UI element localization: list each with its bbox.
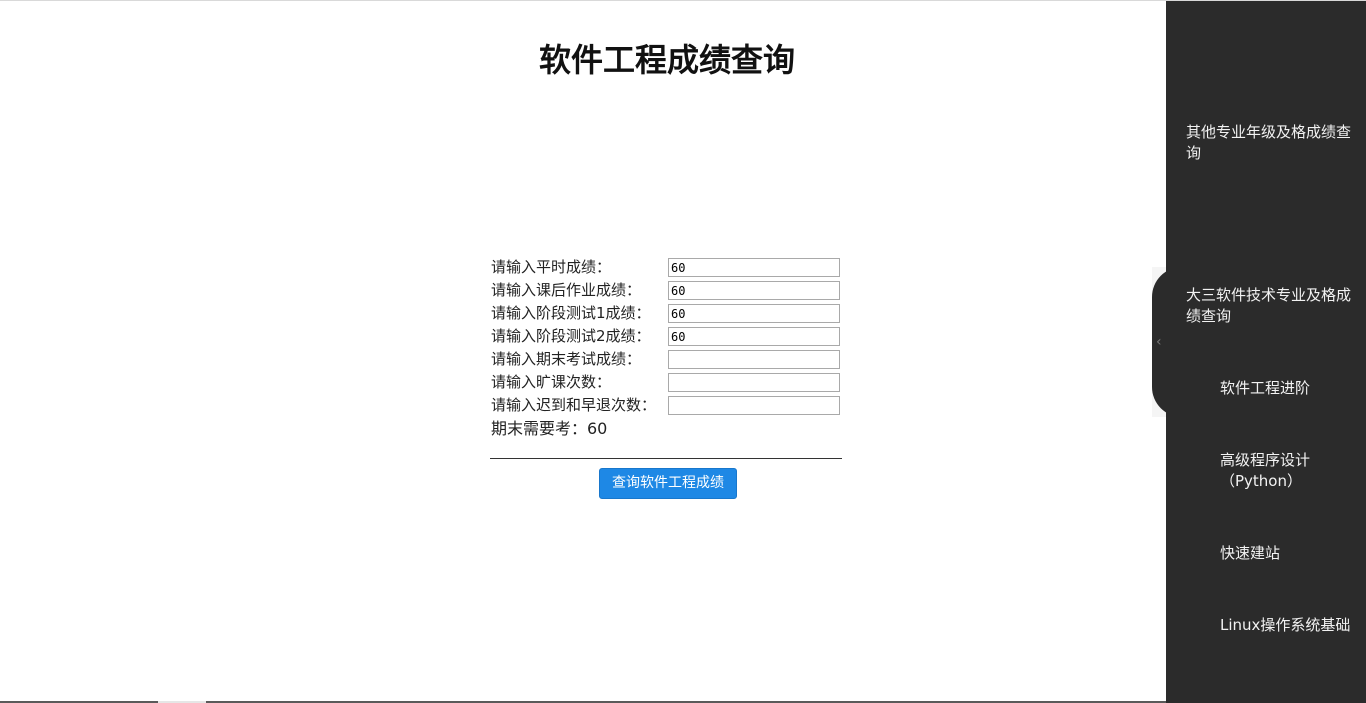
form-row-stage-test-1: 请输入阶段测试1成绩： [490,303,842,326]
final-exam-label: 请输入期末考试成绩： [491,350,642,368]
sidebar-item-quick-site-building[interactable]: 快速建站 [1220,543,1354,564]
sidebar-item-software-engineering-advanced[interactable]: 软件工程进阶 [1220,378,1354,399]
late-early-label: 请输入迟到和早退次数： [491,396,657,414]
homework-score-label: 请输入课后作业成绩： [491,281,642,299]
late-early-input[interactable] [668,396,840,415]
sidebar-item-junior-software-tech[interactable]: 大三软件技术专业及格成绩查询 [1186,285,1354,327]
regular-score-input[interactable] [668,258,840,277]
homework-score-input[interactable] [668,281,840,300]
regular-score-label: 请输入平时成绩： [491,258,612,276]
final-exam-input[interactable] [668,350,840,369]
final-required-result: 期末需要考：60 [491,419,608,438]
absences-input[interactable] [668,373,840,392]
stage-test-1-input[interactable] [668,304,840,323]
form-row-stage-test-2: 请输入阶段测试2成绩： [490,326,842,349]
page-title: 软件工程成绩查询 [538,41,795,79]
sidebar-item-other-majors[interactable]: 其他专业年级及格成绩查询 [1186,122,1354,164]
sidebar-item-linux-basics[interactable]: Linux操作系统基础 [1220,615,1354,636]
stage-test-1-label: 请输入阶段测试1成绩： [491,304,651,322]
page: 软件工程成绩查询 请输入平时成绩： 请输入课后作业成绩： 请输入阶段测试1成绩：… [0,0,1366,703]
form-row-regular-score: 请输入平时成绩： [490,257,842,280]
form-row-late-early: 请输入迟到和早退次数： [490,395,842,418]
form-row-final-exam: 请输入期末考试成绩： [490,349,842,372]
sidebar-item-advanced-programming-python[interactable]: 高级程序设计（Python） [1220,450,1354,492]
main-content: 软件工程成绩查询 请输入平时成绩： 请输入课后作业成绩： 请输入阶段测试1成绩：… [0,1,1166,703]
chevron-left-icon[interactable]: ‹ [1156,333,1166,351]
form-row-homework-score: 请输入课后作业成绩： [490,280,842,303]
stage-test-2-input[interactable] [668,327,840,346]
score-form: 请输入平时成绩： 请输入课后作业成绩： 请输入阶段测试1成绩： 请输入阶段测试2… [490,257,842,439]
stage-test-2-label: 请输入阶段测试2成绩： [491,327,651,345]
absences-label: 请输入旷课次数： [491,373,612,391]
form-row-absences: 请输入旷课次数： [490,372,842,395]
query-score-button[interactable]: 查询软件工程成绩 [599,468,737,499]
sidebar: 其他专业年级及格成绩查询 大三软件技术专业及格成绩查询 软件工程进阶 高级程序设… [1166,1,1366,703]
form-divider [490,458,842,459]
